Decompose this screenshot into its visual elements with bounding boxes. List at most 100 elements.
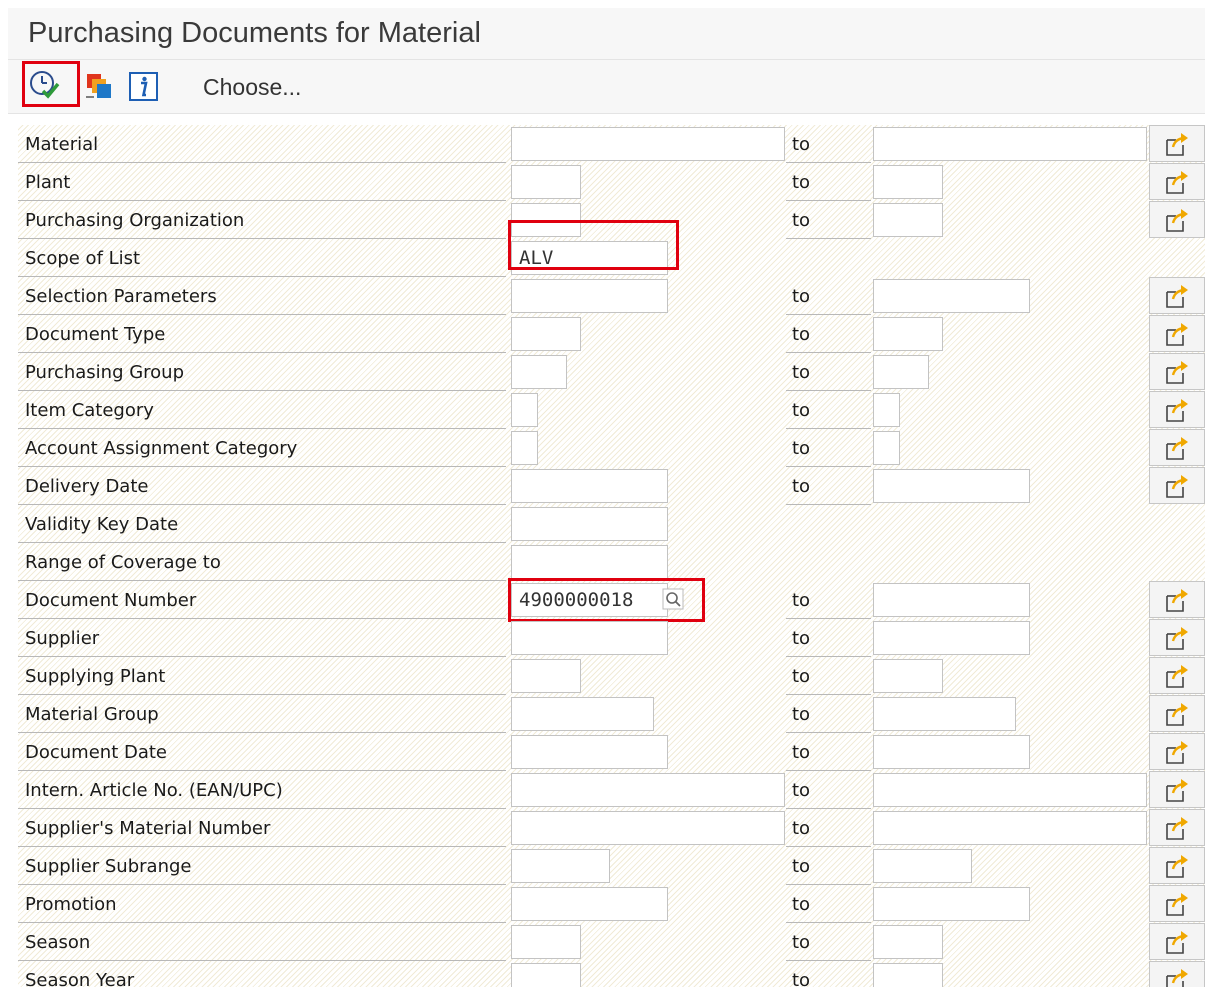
account-assignment-category-low-input[interactable]	[511, 431, 538, 465]
season-year-low-input[interactable]	[511, 963, 581, 987]
supplying-plant-low-input[interactable]	[511, 659, 581, 693]
multiple-selection-button[interactable]	[1149, 885, 1205, 922]
validity-key-date-low-input[interactable]	[511, 507, 668, 541]
season-high-input[interactable]	[873, 925, 943, 959]
title-bar: Purchasing Documents for Material	[8, 8, 1205, 60]
range-of-coverage-to-low-input[interactable]	[511, 545, 668, 579]
season-year-high-input[interactable]	[873, 963, 943, 987]
multiple-selection-button[interactable]	[1149, 163, 1205, 200]
supplier-low-input[interactable]	[511, 621, 668, 655]
selection-row-account-assignment-category: Account Assignment Category to	[18, 429, 1205, 467]
document-date-high-input[interactable]	[873, 735, 1030, 769]
delivery-date-high-input[interactable]	[873, 469, 1030, 503]
field-label: Supplier Subrange	[25, 856, 192, 877]
multiple-selection-button[interactable]	[1149, 125, 1205, 162]
material-low-input[interactable]	[511, 127, 785, 161]
value-help-button[interactable]	[662, 588, 684, 610]
to-label: to	[792, 286, 811, 307]
multiple-selection-button[interactable]	[1149, 353, 1205, 390]
supplier-high-input[interactable]	[873, 621, 1030, 655]
to-label-cell: to	[786, 391, 871, 429]
selection-row-promotion: Promotion to	[18, 885, 1205, 923]
plant-high-input[interactable]	[873, 165, 943, 199]
material-high-input[interactable]	[873, 127, 1147, 161]
season-low-input[interactable]	[511, 925, 581, 959]
selection-row-supplier: Supplier to	[18, 619, 1205, 657]
multiple-selection-arrow-icon	[1166, 855, 1188, 878]
selection-row-supplying-plant: Supplying Plant to	[18, 657, 1205, 695]
scope-of-list-low-input[interactable]: ALV	[511, 241, 668, 275]
document-type-low-input[interactable]	[511, 317, 581, 351]
multiple-selection-button[interactable]	[1149, 581, 1205, 618]
multiple-selection-button[interactable]	[1149, 771, 1205, 808]
overlapping-windows-button[interactable]	[84, 72, 114, 100]
multiple-selection-button[interactable]	[1149, 695, 1205, 732]
multiple-selection-arrow-icon	[1166, 361, 1188, 384]
field-label-cell: Document Number	[18, 581, 506, 619]
supplier-subrange-low-input[interactable]	[511, 849, 610, 883]
multiple-selection-arrow-icon	[1166, 171, 1188, 194]
material-group-low-input[interactable]	[511, 697, 654, 731]
promotion-low-input[interactable]	[511, 887, 668, 921]
multiple-selection-button[interactable]	[1149, 847, 1205, 884]
multiple-selection-arrow-icon	[1166, 475, 1188, 498]
to-label: to	[792, 742, 811, 763]
supplier-s-material-number-low-input[interactable]	[511, 811, 785, 845]
intern-article-no-ean-upc-low-input[interactable]	[511, 773, 785, 807]
to-label: to	[792, 704, 811, 725]
document-number-high-input[interactable]	[873, 583, 1030, 617]
multiple-selection-button[interactable]	[1149, 809, 1205, 846]
document-type-high-input[interactable]	[873, 317, 943, 351]
field-label-cell: Document Date	[18, 733, 506, 771]
to-label: to	[792, 818, 811, 839]
to-label-cell: to	[786, 809, 871, 847]
to-label: to	[792, 970, 811, 987]
delivery-date-low-input[interactable]	[511, 469, 668, 503]
promotion-high-input[interactable]	[873, 887, 1030, 921]
multiple-selection-button[interactable]	[1149, 733, 1205, 770]
account-assignment-category-high-input[interactable]	[873, 431, 900, 465]
to-label: to	[792, 628, 811, 649]
multiple-selection-button[interactable]	[1149, 961, 1205, 987]
item-category-high-input[interactable]	[873, 393, 900, 427]
item-category-low-input[interactable]	[511, 393, 538, 427]
execute-clock-check-icon	[30, 71, 60, 99]
selection-row-material-group: Material Group to	[18, 695, 1205, 733]
to-label: to	[792, 780, 811, 801]
purchasing-organization-high-input[interactable]	[873, 203, 943, 237]
field-label: Plant	[25, 172, 71, 193]
document-date-low-input[interactable]	[511, 735, 668, 769]
intern-article-no-ean-upc-high-input[interactable]	[873, 773, 1147, 807]
selection-row-supplier-s-material-number: Supplier's Material Number to	[18, 809, 1205, 847]
selection-row-plant: Plant to	[18, 163, 1205, 201]
purchasing-group-low-input[interactable]	[511, 355, 567, 389]
purchasing-group-high-input[interactable]	[873, 355, 929, 389]
supplier-subrange-high-input[interactable]	[873, 849, 972, 883]
document-number-low-input[interactable]: 4900000018	[511, 583, 668, 617]
info-button[interactable]	[129, 72, 158, 101]
multiple-selection-button[interactable]	[1149, 315, 1205, 352]
material-group-high-input[interactable]	[873, 697, 1016, 731]
multiple-selection-button[interactable]	[1149, 429, 1205, 466]
multiple-selection-button[interactable]	[1149, 201, 1205, 238]
multiple-selection-arrow-icon	[1166, 665, 1188, 688]
purchasing-organization-low-input[interactable]	[511, 203, 581, 237]
to-label-cell: to	[786, 429, 871, 467]
choose-button[interactable]: Choose...	[203, 74, 301, 101]
selection-row-purchasing-group: Purchasing Group to	[18, 353, 1205, 391]
execute-button[interactable]	[22, 61, 80, 107]
multiple-selection-button[interactable]	[1149, 619, 1205, 656]
multiple-selection-button[interactable]	[1149, 391, 1205, 428]
multiple-selection-button[interactable]	[1149, 923, 1205, 960]
plant-low-input[interactable]	[511, 165, 581, 199]
to-label: to	[792, 324, 811, 345]
multiple-selection-arrow-icon	[1166, 969, 1188, 987]
multiple-selection-button[interactable]	[1149, 467, 1205, 504]
multiple-selection-button[interactable]	[1149, 657, 1205, 694]
multiple-selection-button[interactable]	[1149, 277, 1205, 314]
field-label-cell: Delivery Date	[18, 467, 506, 505]
supplier-s-material-number-high-input[interactable]	[873, 811, 1147, 845]
selection-parameters-low-input[interactable]	[511, 279, 668, 313]
supplying-plant-high-input[interactable]	[873, 659, 943, 693]
selection-parameters-high-input[interactable]	[873, 279, 1030, 313]
